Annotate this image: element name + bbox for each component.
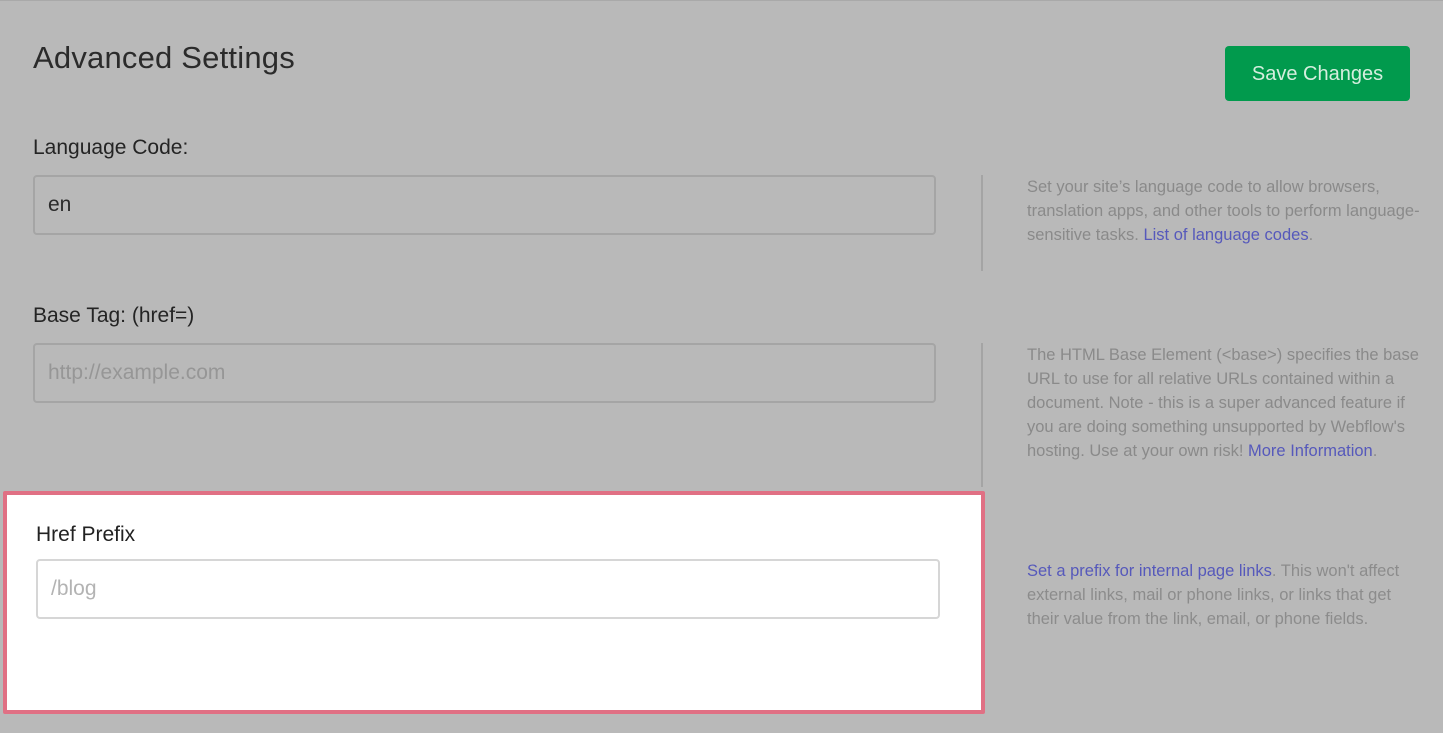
language-code-input[interactable] [33,175,936,235]
base-tag-divider [981,343,983,487]
href-prefix-label: Href Prefix [36,523,136,546]
page-title: Advanced Settings [33,40,295,75]
language-codes-link[interactable]: List of language codes [1143,226,1308,244]
top-divider [0,0,1443,1]
advanced-settings-page: Advanced Settings Save Changes Language … [0,0,1443,733]
href-prefix-help: Set a prefix for internal page links. Th… [1027,559,1422,631]
base-tag-label: Base Tag: (href=) [33,304,195,327]
more-information-link[interactable]: More Information [1248,442,1373,460]
base-tag-input[interactable] [33,343,936,403]
href-prefix-highlight: Href Prefix [3,491,985,714]
href-prefix-link[interactable]: Set a prefix for internal page links [1027,562,1272,580]
language-code-help-suffix: . [1308,226,1314,244]
language-code-label: Language Code: [33,136,189,159]
language-code-help: Set your site’s language code to allow b… [1027,175,1422,247]
save-changes-button[interactable]: Save Changes [1225,46,1410,101]
base-tag-help: The HTML Base Element (<base>) specifies… [1027,343,1422,463]
base-tag-help-suffix: . [1372,442,1378,460]
href-prefix-input[interactable] [36,559,940,619]
language-code-divider [981,175,983,271]
